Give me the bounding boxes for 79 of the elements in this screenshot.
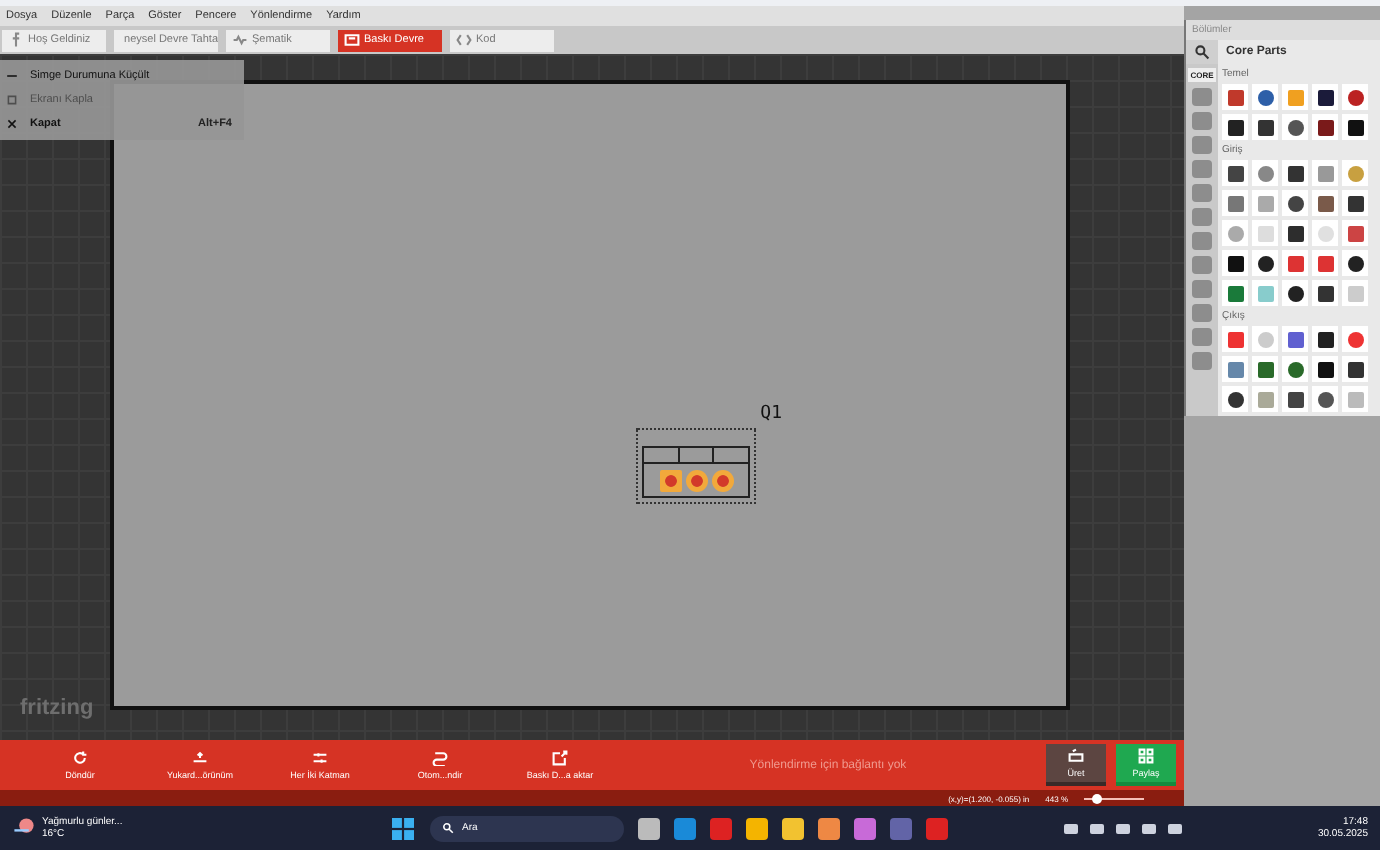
part-tile[interactable]: [1222, 386, 1248, 412]
part-tile[interactable]: [1312, 84, 1338, 110]
part-tile[interactable]: [1342, 114, 1368, 140]
solder-pad: [659, 469, 681, 491]
part-tile[interactable]: [1282, 280, 1308, 306]
part-tile[interactable]: [1282, 190, 1308, 216]
part-tile[interactable]: [1342, 386, 1368, 412]
part-tile[interactable]: [1312, 190, 1338, 216]
solder-pad: [711, 469, 733, 491]
part-tile[interactable]: [1342, 250, 1368, 276]
schematic-icon: [232, 32, 248, 48]
app-icon[interactable]: [638, 817, 660, 839]
solder-pad: [685, 469, 707, 491]
search-icon: [442, 822, 454, 834]
part-tile[interactable]: [1312, 220, 1338, 246]
part-tile[interactable]: [1252, 326, 1278, 352]
part-tile[interactable]: [1252, 84, 1278, 110]
part-tile[interactable]: [1282, 220, 1308, 246]
search-button[interactable]: [1186, 40, 1218, 64]
app-icon[interactable]: [818, 817, 840, 839]
part-tile[interactable]: [1342, 356, 1368, 382]
part-tile[interactable]: [1282, 386, 1308, 412]
part-tile[interactable]: [1312, 326, 1338, 352]
part-label: Q1: [760, 404, 782, 424]
part-tile[interactable]: [1222, 356, 1248, 382]
close-icon: [6, 118, 18, 130]
share-icon: [1138, 748, 1154, 764]
zoom-thumb[interactable]: [1091, 793, 1101, 803]
part-tile[interactable]: [1282, 84, 1308, 110]
part-tile[interactable]: [1312, 356, 1338, 382]
part-tile[interactable]: [1312, 160, 1338, 186]
export-icon: [552, 750, 568, 766]
app-icon[interactable]: [674, 817, 696, 839]
app-icon[interactable]: [854, 817, 876, 839]
maximize-icon: [6, 94, 18, 106]
part-tile[interactable]: [1312, 280, 1338, 306]
part-tile[interactable]: [1282, 114, 1308, 140]
layer-up-icon: [192, 750, 208, 766]
fritzing-watermark: fritzing: [20, 696, 94, 720]
part-tile[interactable]: [1342, 220, 1368, 246]
part-tile[interactable]: [1342, 84, 1368, 110]
part-tile[interactable]: [1222, 114, 1248, 140]
part-tile[interactable]: [1342, 160, 1368, 186]
part-tile[interactable]: [1222, 250, 1248, 276]
part-tile[interactable]: [1282, 160, 1308, 186]
part-tile[interactable]: [1252, 114, 1278, 140]
part-tile[interactable]: [1282, 326, 1308, 352]
part-tile[interactable]: [1252, 220, 1278, 246]
minimize-icon: [6, 70, 18, 82]
part-tile[interactable]: [1342, 190, 1368, 216]
part-tile[interactable]: [1222, 280, 1248, 306]
part-tile[interactable]: [1252, 160, 1278, 186]
layers-icon: [312, 750, 328, 766]
part-tile[interactable]: [1312, 386, 1338, 412]
part-tile[interactable]: [1282, 356, 1308, 382]
part-tile[interactable]: [1342, 326, 1368, 352]
part-tile[interactable]: [1222, 84, 1248, 110]
app-icon[interactable]: [746, 817, 768, 839]
part-tile[interactable]: [1252, 356, 1278, 382]
part-tile[interactable]: [1282, 250, 1308, 276]
part-tile[interactable]: [1252, 190, 1278, 216]
part-tile[interactable]: [1312, 250, 1338, 276]
start-icon[interactable]: [392, 817, 414, 839]
part-tile[interactable]: [1222, 190, 1248, 216]
part-tile[interactable]: [1342, 280, 1368, 306]
rotate-icon: [72, 750, 88, 766]
part-tile[interactable]: [1252, 386, 1278, 412]
search-icon: [1194, 44, 1210, 60]
part-tile[interactable]: [1222, 326, 1248, 352]
part-tile[interactable]: [1312, 114, 1338, 140]
code-icon: [456, 32, 472, 48]
route-icon: [432, 750, 448, 766]
part-tile[interactable]: [1222, 160, 1248, 186]
part-tile[interactable]: [1252, 280, 1278, 306]
pcb-icon: [344, 32, 360, 48]
part-tile[interactable]: [1252, 250, 1278, 276]
app-icon[interactable]: [782, 817, 804, 839]
board-icon: [1068, 748, 1084, 764]
part-tile[interactable]: [1222, 220, 1248, 246]
